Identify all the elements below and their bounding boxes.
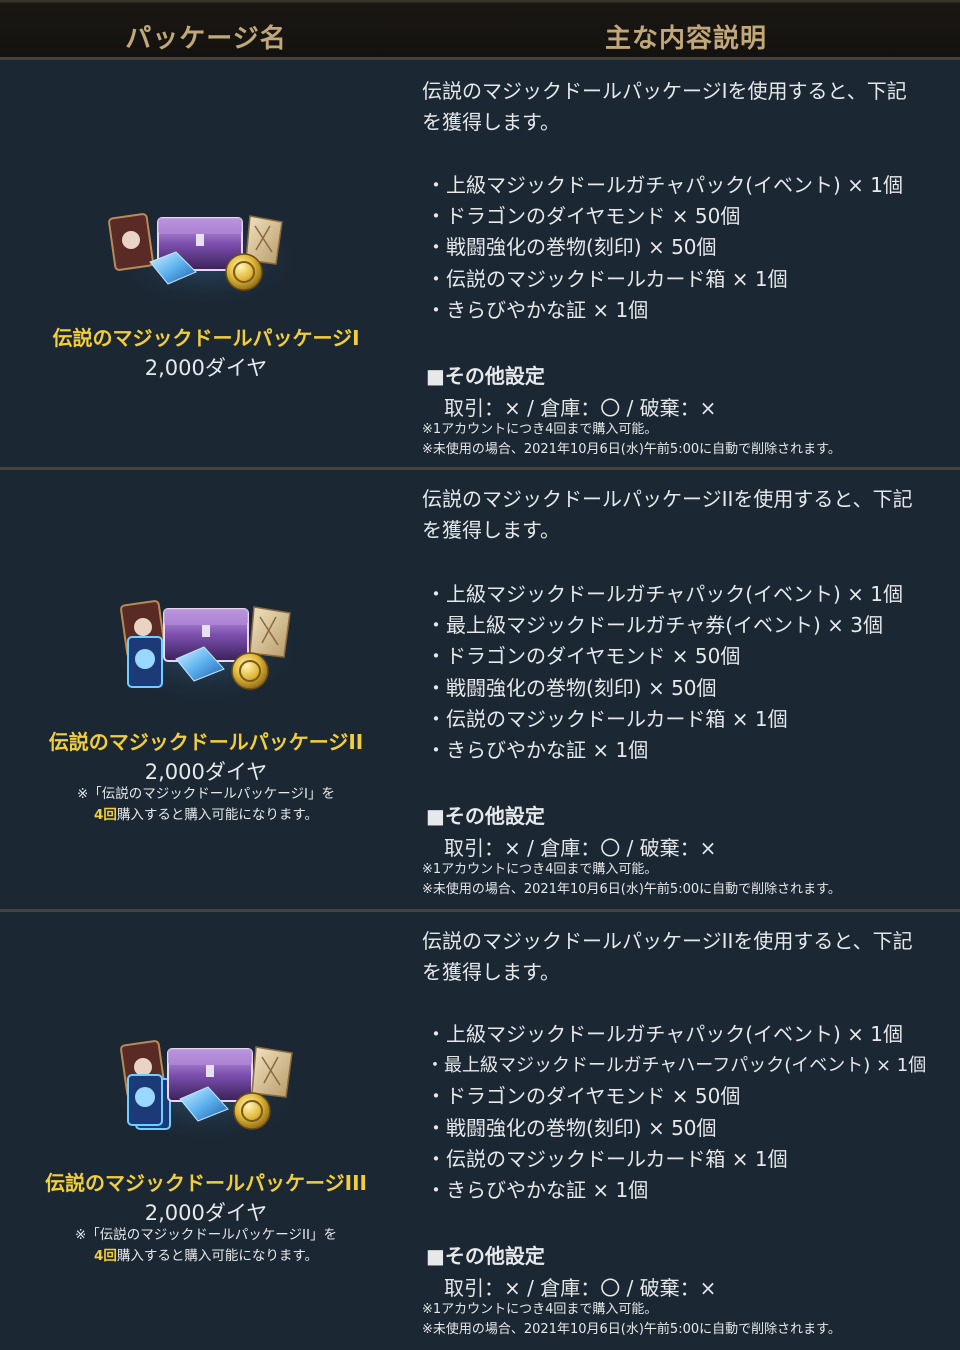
description-line-2: を獲得します。 [422,518,560,542]
list-item: ・ドラゴンのダイヤモンド × 50個 [426,1084,741,1109]
purchase-limit-note: ※1アカウントにつき4回まで購入可能。 [422,1302,658,1317]
trade-settings: 取引：× / 倉庫：〇 / 破棄：× [444,1276,717,1300]
list-item: ・伝説のマジックドールカード箱 × 1個 [426,706,788,731]
list-item: ・上級マジックドールガチャパック(イベント) × 1個 [426,1022,904,1046]
description-line-1: 伝説のマジックドールパッケージIIを使用すると、下記 [422,487,913,511]
purchase-condition-note: ※「伝説のマジックドールパッケージII」を 4回購入すると購入可能になります。 [0,1225,412,1267]
description-line-1: 伝説のマジックドールパッケージIを使用すると、下記 [422,79,907,103]
header-package-name: パッケージ名 [125,24,287,54]
trade-settings: 取引：× / 倉庫：〇 / 破棄：× [444,836,717,860]
package-bundle-icon [0,595,412,705]
other-settings-title: ■その他設定 [426,364,545,388]
package-table: パッケージ名 主な内容説明 伝説のマジックドールパッケージI 2,000ダイヤ … [0,0,960,1350]
list-item: ・ドラゴンのダイヤモンド × 50個 [426,204,741,229]
purchase-condition-line-2: 購入すると購入可能になります。 [116,1248,319,1264]
package-cell: 伝説のマジックドールパッケージI 2,000ダイヤ [0,60,412,467]
expiry-note: ※未使用の場合、2021年10月6日(水)午前5:00に自動で削除されます。 [422,442,841,457]
description-line-2: を獲得します。 [422,110,560,134]
list-item: ・ドラゴンのダイヤモンド × 50個 [426,644,741,669]
package-price: 2,000ダイヤ [144,1201,268,1225]
item-list: ・上級マジックドールガチャパック(イベント) × 1個 ・ドラゴンのダイヤモンド… [426,170,903,326]
description-text: 伝説のマジックドールパッケージIIを使用すると、下記 を獲得します。 [422,926,952,988]
purchase-limit-note: ※1アカウントにつき4回まで購入可能。 [422,862,658,877]
list-item: ・戦闘強化の巻物(刻印) × 50個 [426,1115,717,1140]
list-item: ・きらびやかな証 × 1個 [426,1178,649,1203]
trade-settings: 取引：× / 倉庫：〇 / 破棄：× [444,396,717,420]
table-row: 伝説のマジックドールパッケージI 2,000ダイヤ 伝説のマジックドールパッケー… [0,60,960,470]
description-text: 伝説のマジックドールパッケージIを使用すると、下記 を獲得します。 [422,76,952,138]
package-price: 2,000ダイヤ [144,356,268,380]
purchase-condition-note: ※「伝説のマジックドールパッケージI」を 4回購入すると購入可能になります。 [0,784,412,826]
package-name: 伝説のマジックドールパッケージIII [45,1171,367,1195]
list-item: ・伝説のマジックドールカード箱 × 1個 [426,1146,788,1171]
list-item: ・上級マジックドールガチャパック(イベント) × 1個 [426,582,904,606]
purchase-condition-line-1: ※「伝説のマジックドールパッケージI」を [76,786,336,802]
package-cell: 伝説のマジックドールパッケージIII 2,000ダイヤ ※「伝説のマジックドール… [0,912,412,1350]
list-item: ・上級マジックドールガチャパック(イベント) × 1個 [426,173,904,197]
package-bundle-icon [0,200,412,310]
item-list: ・上級マジックドールガチャパック(イベント) × 1個 ・最上級マジックドールガ… [426,1019,926,1206]
expiry-note: ※未使用の場合、2021年10月6日(水)午前5:00に自動で削除されます。 [422,1322,841,1337]
list-item: ・最上級マジックドールガチャハーフパック(イベント) × 1個 [426,1055,927,1077]
purchase-count-highlight: 4回 [93,1248,117,1264]
item-list: ・上級マジックドールガチャパック(イベント) × 1個 ・最上級マジックドールガ… [426,579,903,766]
list-item: ・戦闘強化の巻物(刻印) × 50個 [426,675,717,700]
other-settings-title: ■その他設定 [426,1244,545,1268]
package-cell: 伝説のマジックドールパッケージII 2,000ダイヤ ※「伝説のマジックドールパ… [0,470,412,909]
header-description: 主な内容説明 [604,24,767,54]
description-line-1: 伝説のマジックドールパッケージIIを使用すると、下記 [422,929,913,953]
description-text: 伝説のマジックドールパッケージIIを使用すると、下記 を獲得します。 [422,484,952,546]
purchase-condition-line-1: ※「伝説のマジックドールパッケージII」を [74,1227,337,1243]
purchase-limit-note: ※1アカウントにつき4回まで購入可能。 [422,422,658,437]
package-name: 伝説のマジックドールパッケージII [48,730,364,754]
expiry-note: ※未使用の場合、2021年10月6日(水)午前5:00に自動で削除されます。 [422,882,841,897]
list-item: ・最上級マジックドールガチャ券(イベント) × 3個 [426,613,884,638]
list-item: ・きらびやかな証 × 1個 [426,297,649,322]
list-item: ・伝説のマジックドールカード箱 × 1個 [426,266,788,291]
table-row: 伝説のマジックドールパッケージIII 2,000ダイヤ ※「伝説のマジックドール… [0,912,960,1350]
purchase-condition-line-2: 購入すると購入可能になります。 [116,807,319,823]
package-price: 2,000ダイヤ [144,760,268,784]
table-header: パッケージ名 主な内容説明 [0,0,960,60]
package-name: 伝説のマジックドールパッケージI [52,326,360,350]
list-item: ・戦闘強化の巻物(刻印) × 50個 [426,235,717,260]
other-settings-title: ■その他設定 [426,804,545,828]
table-row: 伝説のマジックドールパッケージII 2,000ダイヤ ※「伝説のマジックドールパ… [0,470,960,912]
package-bundle-icon [0,1035,412,1145]
purchase-count-highlight: 4回 [93,807,117,823]
description-line-2: を獲得します。 [422,960,560,984]
list-item: ・きらびやかな証 × 1個 [426,738,649,763]
